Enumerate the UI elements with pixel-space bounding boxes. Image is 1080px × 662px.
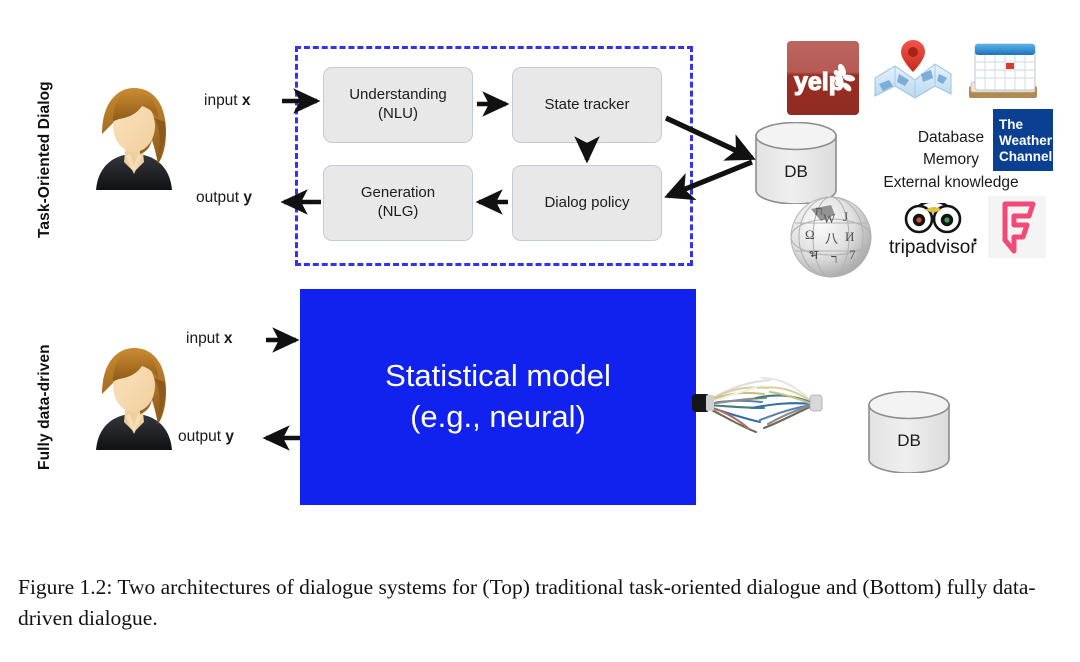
module-box-generation-nlg[interactable]: Generation (NLG) (323, 165, 473, 241)
yelp-logo-icon: yelp (786, 40, 860, 116)
module-box-nlg-line1: Generation (360, 184, 436, 202)
input-symbol-bottom: x (223, 330, 233, 347)
input-prefix-top: input (204, 92, 242, 109)
module-box-state-tracker[interactable]: State tracker (512, 67, 662, 143)
statistical-model-line1: Statistical model (385, 358, 611, 394)
output-symbol-top: y (243, 189, 253, 206)
database-label-bottom: DB (897, 431, 921, 450)
svg-text:八: 八 (825, 231, 838, 246)
module-box-nlu-line2: (NLU) (378, 105, 418, 122)
weather-channel-logo-icon: The Weather Channel (993, 109, 1053, 171)
foursquare-logo-icon (988, 196, 1046, 258)
calendar-icon (967, 40, 1039, 102)
database-cylinder-top: DB (753, 122, 839, 204)
module-box-dialog-policy[interactable]: Dialog policy (512, 165, 662, 241)
svg-text:ר: ר (831, 251, 837, 266)
output-symbol-bottom: y (225, 428, 235, 445)
output-prefix-bottom: output (178, 428, 226, 445)
database-label-top: DB (784, 162, 808, 181)
svg-text:भ: भ (809, 247, 819, 262)
svg-text:7: 7 (849, 247, 856, 262)
svg-text:Ω: Ω (805, 227, 815, 242)
figure-caption: Figure 1.2: Two architectures of dialogu… (18, 575, 1036, 630)
knowledge-text-external-knowledge: External knowledge (883, 173, 1019, 191)
input-label-top: input x (204, 92, 251, 110)
module-box-nlg-line2: (NLG) (377, 203, 419, 220)
map-pin-icon (873, 36, 953, 102)
input-label-bottom: input x (186, 330, 233, 348)
input-symbol-top: x (241, 92, 251, 109)
statistical-model-box[interactable]: Statistical model (e.g., neural) (300, 289, 696, 505)
tripadvisor-logo-icon: tripadvisor (887, 203, 979, 259)
database-cylinder-bottom: DB (866, 391, 952, 473)
user-avatar-bottom (88, 338, 180, 450)
svg-text:The: The (999, 117, 1023, 132)
svg-text:J: J (843, 209, 848, 224)
module-box-state-tracker-line1: State tracker (544, 95, 630, 113)
statistical-model-line2: (e.g., neural) (410, 399, 586, 434)
row-label-fully-data-driven: Fully data-driven (36, 344, 53, 470)
figure-canvas: Task-Oriented Dialog Fully data-driven i… (0, 0, 1080, 662)
output-label-top: output y (196, 189, 252, 207)
svg-text:tripadvisor: tripadvisor (889, 237, 977, 258)
output-prefix-top: output (196, 189, 244, 206)
module-box-understanding-nlu[interactable]: Understanding (NLU) (323, 67, 473, 143)
input-prefix-bottom: input (186, 330, 224, 347)
module-box-nlu-line1: Understanding (349, 86, 447, 104)
user-avatar-top (88, 78, 180, 190)
frayed-cable-bundle-icon (692, 368, 872, 442)
svg-text:Channel: Channel (999, 149, 1052, 164)
wikipedia-globe-icon: W J Ω 八 И भ ר 7 ת (787, 193, 875, 279)
row-label-task-oriented-dialog: Task-Oriented Dialog (36, 81, 53, 238)
output-label-bottom: output y (178, 428, 234, 446)
svg-text:Weather: Weather (999, 133, 1053, 148)
svg-text:И: И (845, 229, 854, 244)
module-box-dialog-policy-line1: Dialog policy (544, 193, 630, 211)
